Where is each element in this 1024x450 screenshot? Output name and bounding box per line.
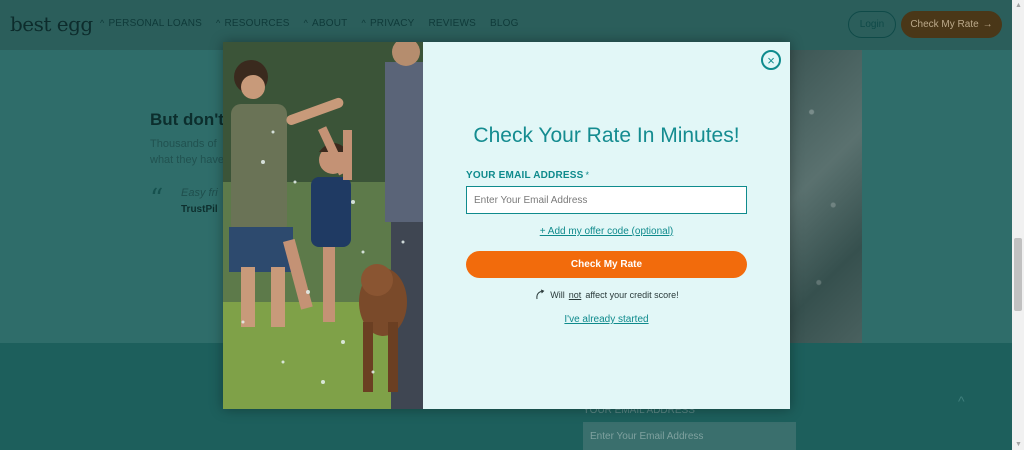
nav-blog[interactable]: BLOG — [490, 18, 519, 29]
family-photo — [223, 42, 423, 409]
header-cta-label: Check My Rate — [910, 19, 979, 30]
modal-title: Check Your Rate In Minutes! — [473, 124, 740, 147]
check-my-rate-button[interactable]: Check My Rate — [466, 251, 747, 278]
scroll-down-icon[interactable]: ▼ — [1015, 441, 1022, 448]
nav-label: BLOG — [490, 18, 519, 29]
scrollbar-thumb[interactable] — [1014, 238, 1022, 311]
add-offer-code-link[interactable]: + Add my offer code (optional) — [423, 226, 790, 237]
reviews-text: Thousands of what they have — [150, 138, 224, 166]
credit-note-suffix: affect your credit score! — [585, 290, 679, 300]
email-label-text: YOUR EMAIL ADDRESS — [466, 170, 584, 181]
scroll-up-icon[interactable]: ▲ — [1015, 2, 1022, 9]
close-icon: × — [767, 52, 775, 68]
nav-label: PERSONAL LOANS — [108, 18, 203, 29]
scroll-top-icon[interactable]: ^ — [958, 393, 965, 409]
site-logo[interactable]: best egg — [10, 12, 93, 36]
nav-label: ABOUT — [312, 18, 348, 29]
header-check-rate-button[interactable]: Check My Rate → — [901, 11, 1002, 38]
nav-privacy[interactable]: ^ PRIVACY — [362, 18, 415, 29]
family-illustration — [223, 42, 423, 409]
chevron-up-icon: ^ — [303, 18, 309, 28]
nav-reviews[interactable]: REVIEWS — [429, 18, 477, 29]
check-rate-modal: × Check Your Rate In Minutes! YOUR EMAIL… — [223, 42, 790, 409]
hero-image — [790, 50, 862, 360]
quote-icon: “ — [150, 184, 164, 214]
credit-score-note: Will not affect your credit score! — [423, 289, 790, 301]
curved-arrow-icon — [536, 289, 545, 300]
email-input[interactable] — [466, 186, 747, 214]
required-mark: * — [585, 170, 590, 180]
review-quote: Easy fri — [181, 187, 218, 199]
nav-about[interactable]: ^ ABOUT — [304, 18, 348, 29]
reviews-heading: But don't — [150, 110, 224, 129]
nav-resources[interactable]: ^ RESOURCES — [216, 18, 290, 29]
credit-note-not: not — [568, 290, 582, 300]
arrow-right-icon: → — [982, 19, 993, 30]
login-button[interactable]: Login — [848, 11, 896, 38]
nav-label: RESOURCES — [224, 18, 290, 29]
nav-personal-loans[interactable]: ^ PERSONAL LOANS — [100, 18, 202, 29]
email-label: YOUR EMAIL ADDRESS * — [466, 170, 589, 181]
already-started-link[interactable]: I've already started — [423, 314, 790, 325]
nav-label: PRIVACY — [369, 18, 415, 29]
close-modal-button[interactable]: × — [761, 50, 781, 70]
review-source: TrustPil — [181, 204, 218, 215]
nav-label: REVIEWS — [428, 18, 477, 29]
chevron-up-icon: ^ — [100, 18, 105, 28]
chevron-up-icon: ^ — [216, 18, 221, 28]
footer-email-input[interactable]: Enter Your Email Address — [583, 422, 796, 450]
chevron-up-icon: ^ — [361, 18, 366, 28]
main-nav: ^ PERSONAL LOANS ^ RESOURCES ^ ABOUT ^ PRIVA… — [100, 18, 519, 29]
credit-note-prefix: Will — [550, 290, 565, 300]
page-scrollbar[interactable]: ▲ ▼ — [1012, 0, 1024, 450]
